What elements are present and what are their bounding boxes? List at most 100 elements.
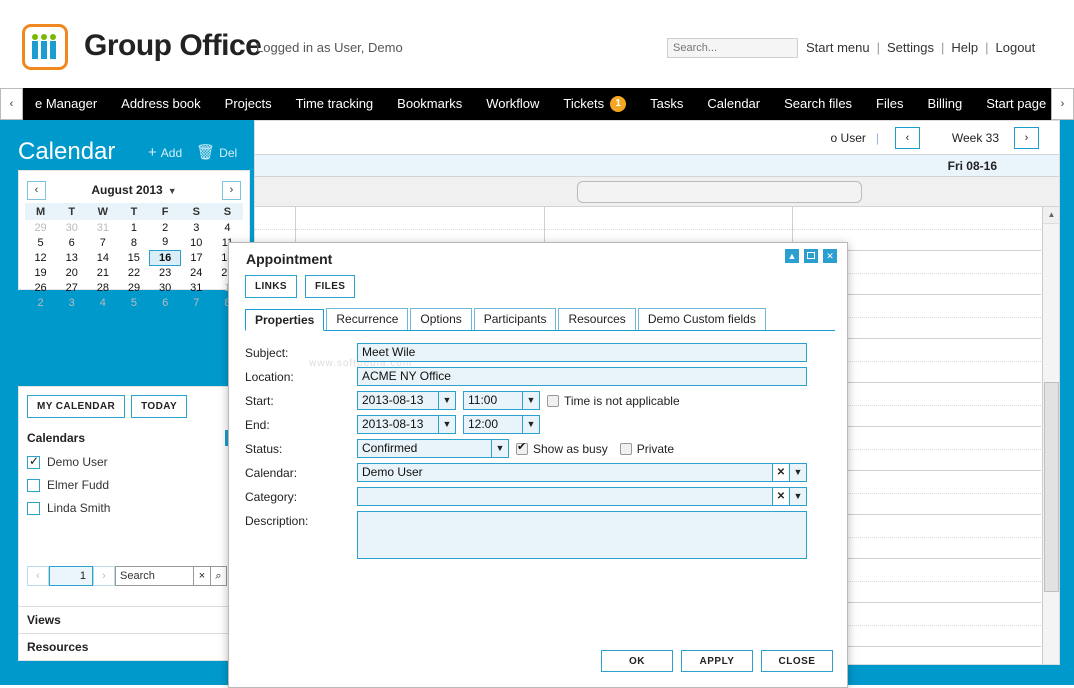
minical-day[interactable]: 4 bbox=[212, 220, 243, 235]
minical-day[interactable]: 22 bbox=[118, 265, 149, 280]
minical-day[interactable]: 13 bbox=[56, 250, 87, 265]
start-time-combo[interactable]: 11:00 ▼ bbox=[463, 391, 540, 410]
minical-day[interactable]: 6 bbox=[56, 235, 87, 250]
minical-day[interactable]: 8 bbox=[118, 235, 149, 250]
minical-day[interactable]: 6 bbox=[150, 295, 181, 310]
minical-prev-month-button[interactable]: ‹ bbox=[27, 181, 46, 200]
minical-day[interactable]: 24 bbox=[181, 265, 212, 280]
minical-day[interactable]: 31 bbox=[181, 280, 212, 295]
minical-day[interactable]: 10 bbox=[181, 235, 212, 250]
minical-day[interactable]: 4 bbox=[87, 295, 118, 310]
pager-page-number[interactable]: 1 bbox=[49, 566, 93, 586]
checkbox-icon[interactable] bbox=[27, 479, 40, 492]
tab-properties[interactable]: Properties bbox=[245, 309, 324, 331]
tab-resources[interactable]: Resources bbox=[558, 308, 635, 330]
minical-day[interactable]: 30 bbox=[56, 220, 87, 235]
tab-recurrence[interactable]: Recurrence bbox=[326, 308, 408, 330]
calendar-list-item[interactable]: Linda Smith bbox=[27, 501, 241, 515]
minical-day[interactable]: 27 bbox=[56, 280, 87, 295]
today-button[interactable]: TODAY bbox=[131, 395, 187, 418]
minical-day[interactable]: 5 bbox=[25, 235, 56, 250]
pager-prev-button[interactable]: ‹ bbox=[27, 566, 49, 586]
tab-options[interactable]: Options bbox=[410, 308, 471, 330]
minical-day[interactable]: 30 bbox=[150, 280, 181, 295]
scrollbar-thumb[interactable] bbox=[1044, 382, 1059, 592]
files-button[interactable]: FILES bbox=[305, 275, 355, 298]
apply-button[interactable]: APPLY bbox=[681, 650, 753, 672]
settings-link[interactable]: Settings bbox=[887, 40, 934, 55]
checkbox-icon[interactable] bbox=[27, 456, 40, 469]
minical-month-label[interactable]: August 2013▼ bbox=[91, 183, 176, 197]
status-select[interactable]: Confirmed bbox=[357, 439, 492, 458]
start-time-input[interactable]: 11:00 bbox=[463, 391, 523, 410]
add-button[interactable]: + Add bbox=[148, 146, 182, 160]
nav-item-tickets[interactable]: Tickets1 bbox=[551, 88, 638, 120]
nav-item-files[interactable]: Files bbox=[864, 88, 915, 120]
minical-day[interactable]: 9 bbox=[150, 235, 181, 250]
close-icon[interactable]: ✕ bbox=[823, 249, 837, 263]
minical-day[interactable]: 20 bbox=[56, 265, 87, 280]
global-search-input[interactable] bbox=[667, 38, 798, 58]
chevron-down-icon[interactable]: ▼ bbox=[439, 391, 456, 410]
start-date-input[interactable]: 2013-08-13 bbox=[357, 391, 439, 410]
nav-item-tasks[interactable]: Tasks bbox=[638, 88, 695, 120]
all-day-row[interactable] bbox=[255, 177, 1059, 207]
minical-day[interactable]: 3 bbox=[181, 220, 212, 235]
calendar-combo[interactable]: Demo User ✕ ▼ bbox=[357, 463, 807, 482]
minical-day[interactable]: 31 bbox=[87, 220, 118, 235]
links-button[interactable]: LINKS bbox=[245, 275, 297, 298]
scroll-up-icon[interactable]: ▲ bbox=[1043, 207, 1059, 224]
close-button[interactable]: CLOSE bbox=[761, 650, 833, 672]
minical-day[interactable]: 17 bbox=[181, 250, 212, 265]
collapse-icon[interactable]: ▲ bbox=[785, 249, 799, 263]
nav-item-workflow[interactable]: Workflow bbox=[474, 88, 551, 120]
minical-day[interactable]: 23 bbox=[150, 265, 181, 280]
minical-day[interactable]: 5 bbox=[118, 295, 149, 310]
location-input[interactable]: ACME NY Office bbox=[357, 367, 807, 386]
calendar-vertical-scrollbar[interactable]: ▲ bbox=[1042, 207, 1059, 664]
end-date-combo[interactable]: 2013-08-13 ▼ bbox=[357, 415, 456, 434]
tab-demo-custom-fields[interactable]: Demo Custom fields bbox=[638, 308, 766, 330]
checkbox-icon[interactable] bbox=[516, 443, 528, 455]
private-checkbox[interactable]: Private bbox=[620, 442, 674, 456]
minical-day[interactable]: 7 bbox=[181, 295, 212, 310]
nav-item-bookmarks[interactable]: Bookmarks bbox=[385, 88, 474, 120]
minical-day[interactable]: 19 bbox=[25, 265, 56, 280]
clear-icon[interactable]: ✕ bbox=[773, 487, 790, 506]
minical-day[interactable]: 12 bbox=[25, 250, 56, 265]
delete-button[interactable]: 🗑 Del bbox=[196, 146, 237, 160]
all-day-event-placeholder[interactable] bbox=[577, 181, 862, 203]
help-link[interactable]: Help bbox=[951, 40, 978, 55]
end-date-input[interactable]: 2013-08-13 bbox=[357, 415, 439, 434]
calendar-list-item[interactable]: Demo User bbox=[27, 455, 241, 469]
category-select[interactable] bbox=[357, 487, 773, 506]
time-not-applicable-checkbox[interactable]: Time is not applicable bbox=[547, 394, 680, 408]
checkbox-icon[interactable] bbox=[547, 395, 559, 407]
end-time-input[interactable]: 12:00 bbox=[463, 415, 523, 434]
category-combo[interactable]: ✕ ▼ bbox=[357, 487, 807, 506]
show-as-busy-checkbox[interactable]: Show as busy bbox=[516, 442, 608, 456]
minical-day[interactable]: 28 bbox=[87, 280, 118, 295]
prev-week-button[interactable]: ‹ bbox=[895, 127, 920, 149]
nav-item-billing[interactable]: Billing bbox=[916, 88, 975, 120]
minical-day[interactable]: 29 bbox=[118, 280, 149, 295]
calendar-list-item[interactable]: Elmer Fudd bbox=[27, 478, 241, 492]
start-menu-link[interactable]: Start menu bbox=[806, 40, 870, 55]
nav-item-projects[interactable]: Projects bbox=[213, 88, 284, 120]
calendar-select[interactable]: Demo User bbox=[357, 463, 773, 482]
maximize-icon[interactable] bbox=[804, 249, 818, 263]
sidebar-item-resources[interactable]: Resources bbox=[19, 633, 251, 660]
minical-day[interactable]: 7 bbox=[87, 235, 118, 250]
status-combo[interactable]: Confirmed ▼ bbox=[357, 439, 509, 458]
my-calendar-button[interactable]: MY CALENDAR bbox=[27, 395, 125, 418]
next-week-button[interactable]: › bbox=[1014, 127, 1039, 149]
chevron-down-icon[interactable]: ▼ bbox=[523, 391, 540, 410]
sidebar-search-input[interactable]: Search bbox=[115, 566, 193, 586]
chevron-down-icon[interactable]: ▼ bbox=[790, 487, 807, 506]
end-time-combo[interactable]: 12:00 ▼ bbox=[463, 415, 540, 434]
sidebar-item-views[interactable]: Views bbox=[19, 606, 251, 633]
search-icon[interactable]: ⌕ bbox=[210, 566, 227, 586]
minical-day[interactable]: 29 bbox=[25, 220, 56, 235]
nav-item-e-manager[interactable]: e Manager bbox=[23, 88, 109, 120]
minical-day-selected[interactable]: 16 bbox=[150, 250, 181, 265]
